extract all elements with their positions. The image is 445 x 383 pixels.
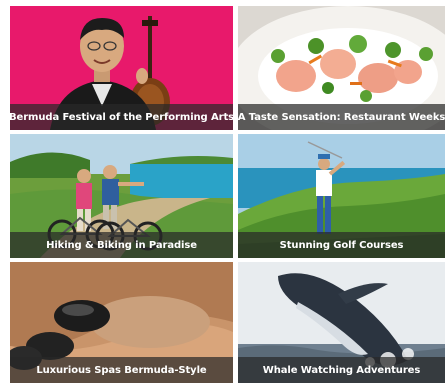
tile-caption: Whale Watching Adventures: [238, 357, 445, 383]
tile-caption: Stunning Golf Courses: [238, 232, 445, 258]
tile-restaurant-weeks[interactable]: A Taste Sensation: Restaurant Weeks: [238, 6, 445, 130]
tile-caption: Bermuda Festival of the Performing Arts: [10, 104, 233, 130]
tile-whale-watching[interactable]: Whale Watching Adventures: [238, 262, 445, 383]
tile-hiking-biking[interactable]: Hiking & Biking in Paradise: [10, 134, 233, 258]
tile-spas[interactable]: Luxurious Spas Bermuda-Style: [10, 262, 233, 383]
tile-caption: Luxurious Spas Bermuda-Style: [10, 357, 233, 383]
tile-caption: A Taste Sensation: Restaurant Weeks: [238, 104, 445, 130]
tile-performing-arts-festival[interactable]: Bermuda Festival of the Performing Arts: [10, 6, 233, 130]
tile-golf-courses[interactable]: Stunning Golf Courses: [238, 134, 445, 258]
tile-caption: Hiking & Biking in Paradise: [10, 232, 233, 258]
